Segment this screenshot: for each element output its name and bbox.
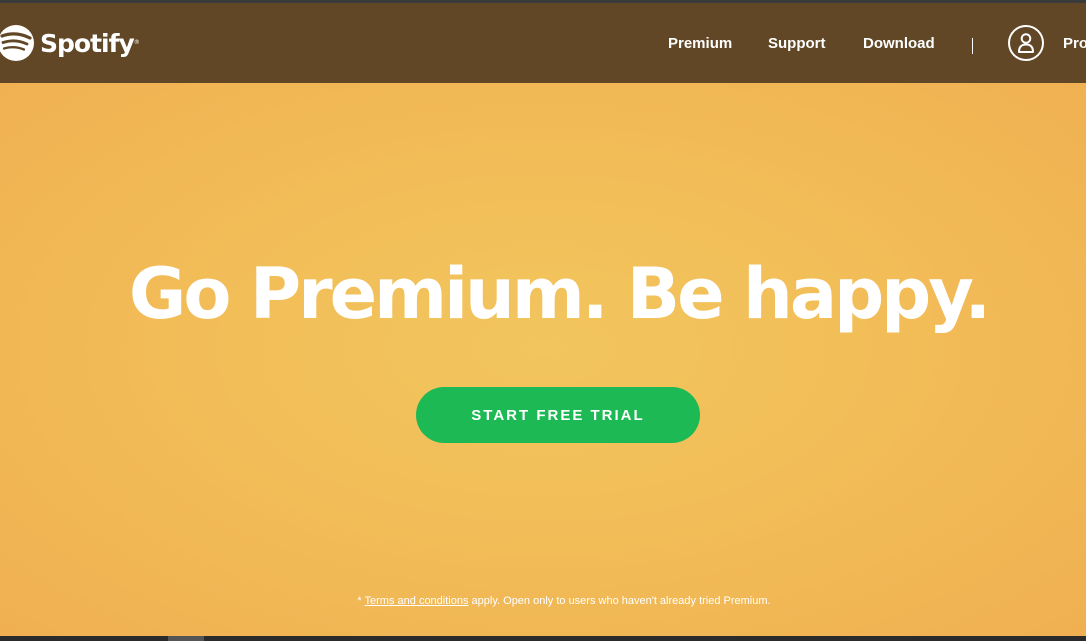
disclaimer-text: apply. Open only to users who haven't al…: [468, 595, 771, 607]
terms-disclaimer: * Terms and conditions apply. Open only …: [0, 595, 1086, 607]
terms-link[interactable]: Terms and conditions: [365, 595, 469, 607]
disclaimer-prefix: *: [357, 595, 365, 607]
spotify-logo-icon: [0, 25, 34, 61]
nav-divider: [972, 38, 973, 54]
horizontal-scrollbar[interactable]: [0, 636, 1086, 641]
scrollbar-thumb[interactable]: [168, 636, 204, 641]
nav-premium-link[interactable]: Premium: [668, 35, 732, 52]
start-free-trial-button[interactable]: START FREE TRIAL: [416, 387, 700, 443]
trademark: ®: [133, 38, 140, 46]
user-icon: [1018, 33, 1034, 53]
hero-section: Go Premium. Be happy. START FREE TRIAL *…: [0, 83, 1086, 636]
profile-button[interactable]: [1008, 25, 1044, 61]
nav-download-link[interactable]: Download: [863, 35, 935, 52]
spotify-logo[interactable]: Spotify ®: [0, 23, 140, 63]
hero-headline: Go Premium. Be happy.: [128, 253, 991, 335]
site-header: Spotify® Premium Support Download Profil…: [0, 3, 1086, 83]
brand-name: Spotify ®: [40, 28, 140, 58]
nav-support-link[interactable]: Support: [768, 35, 826, 52]
nav-profile-link[interactable]: Profile: [1063, 35, 1086, 52]
